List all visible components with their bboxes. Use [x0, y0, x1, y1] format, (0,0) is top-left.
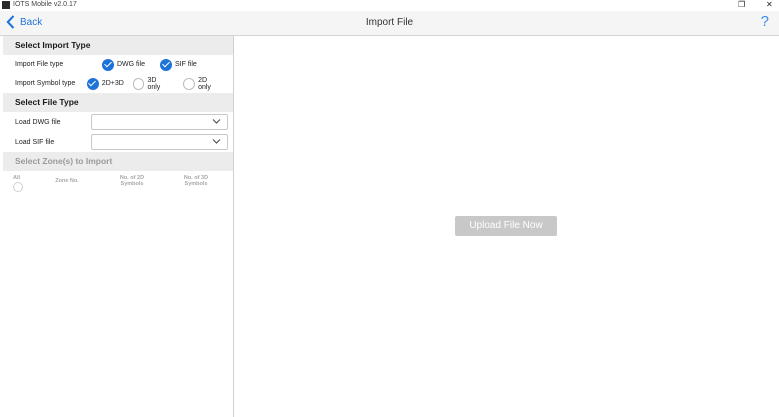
upload-file-button[interactable]: Upload File Now	[455, 216, 557, 236]
symbol-3d-only-radio[interactable]: 3D only	[132, 76, 171, 91]
checkmark-icon	[102, 58, 114, 71]
chevron-down-icon	[212, 119, 221, 124]
load-dwg-label: Load DWG file	[15, 118, 61, 126]
import-file-type-row: Import File type DWG file SIF file	[3, 55, 233, 74]
navigation-bar: Back Import File ?	[0, 11, 779, 36]
no-3d-symbols-column: No. of 3D Symbols	[183, 175, 209, 187]
symbol-2d-only-radio[interactable]: 2D only	[183, 77, 221, 91]
radio-circle-icon	[183, 77, 196, 90]
window-title: IOTS Mobile v2.0.17	[13, 1, 77, 8]
select-all-zones[interactable]: All	[3, 175, 47, 192]
close-icon[interactable]: ✕	[766, 0, 773, 10]
load-dwg-row: Load DWG file	[3, 112, 233, 132]
section-select-file-type: Select File Type	[3, 93, 233, 112]
symbol-3d-only-label: 3D only	[147, 76, 161, 91]
section-select-import-type: Select Import Type	[3, 36, 233, 55]
symbol-2d3d-radio[interactable]: 2D+3D	[86, 77, 124, 90]
radio-circle-icon	[13, 182, 23, 192]
import-symbol-type-label: Import Symbol type	[15, 80, 76, 87]
zone-table-header: All Zone No. No. of 2D Symbols No. of 3D…	[3, 171, 233, 197]
zone-no-column: Zone No.	[55, 178, 79, 184]
load-dwg-dropdown[interactable]	[91, 114, 228, 130]
load-sif-row: Load SIF file	[3, 132, 233, 152]
checkmark-icon	[86, 77, 99, 90]
title-bar: IOTS Mobile v2.0.17 ❐ ✕	[0, 0, 779, 11]
restore-icon[interactable]: ❐	[738, 0, 745, 10]
chevron-down-icon	[212, 139, 221, 144]
import-symbol-type-row: Import Symbol type 2D+3D 3D only 2D only	[3, 74, 233, 93]
page-title: Import File	[365, 17, 414, 28]
section-select-zones: Select Zone(s) to Import	[3, 152, 233, 171]
load-sif-label: Load SIF file	[15, 138, 55, 146]
help-icon[interactable]: ?	[761, 14, 769, 30]
checkmark-icon	[160, 58, 172, 71]
upload-area: Upload File Now	[234, 36, 779, 417]
no-2d-symbols-column: No. of 2D Symbols	[119, 175, 145, 187]
app-logo-icon	[2, 1, 10, 9]
sif-file-checkbox[interactable]: SIF file	[160, 58, 197, 71]
dwg-file-label: DWG file	[117, 61, 145, 68]
dwg-file-checkbox[interactable]: DWG file	[102, 58, 145, 71]
import-options-panel: Select Import Type Import File type DWG …	[3, 36, 234, 417]
radio-circle-icon	[132, 77, 145, 90]
sif-file-label: SIF file	[175, 61, 197, 68]
symbol-2d3d-label: 2D+3D	[101, 80, 124, 87]
symbol-2d-only-label: 2D only	[198, 76, 211, 91]
load-sif-dropdown[interactable]	[91, 134, 228, 150]
all-label: All	[13, 175, 21, 181]
import-file-type-label: Import File type	[15, 61, 64, 68]
